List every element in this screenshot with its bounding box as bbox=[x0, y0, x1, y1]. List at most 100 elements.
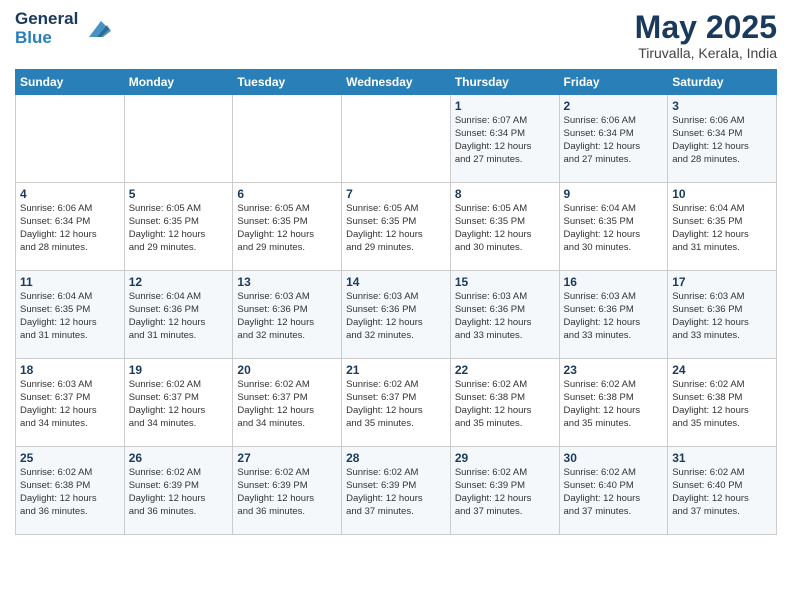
day-number: 5 bbox=[129, 187, 229, 201]
day-info: Sunrise: 6:02 AMSunset: 6:38 PMDaylight:… bbox=[455, 379, 555, 430]
calendar-cell bbox=[342, 95, 451, 183]
calendar-cell: 29 Sunrise: 6:02 AMSunset: 6:39 PMDayligh… bbox=[450, 447, 559, 535]
day-info: Sunrise: 6:06 AMSunset: 6:34 PMDaylight:… bbox=[20, 203, 120, 254]
calendar-cell bbox=[16, 95, 125, 183]
calendar-cell: 25 Sunrise: 6:02 AMSunset: 6:38 PMDayligh… bbox=[16, 447, 125, 535]
logo: General Blue bbox=[15, 10, 113, 47]
day-info: Sunrise: 6:02 AMSunset: 6:39 PMDaylight:… bbox=[129, 467, 229, 518]
page-header: General Blue May 2025 Tiruvalla, Kerala,… bbox=[15, 10, 777, 61]
day-number: 18 bbox=[20, 363, 120, 377]
day-info: Sunrise: 6:02 AMSunset: 6:40 PMDaylight:… bbox=[564, 467, 664, 518]
day-number: 16 bbox=[564, 275, 664, 289]
calendar-cell: 9Sunrise: 6:04 AMSunset: 6:35 PMDaylight… bbox=[559, 183, 668, 271]
day-info: Sunrise: 6:03 AMSunset: 6:36 PMDaylight:… bbox=[672, 291, 772, 342]
calendar-cell: 22 Sunrise: 6:02 AMSunset: 6:38 PMDayligh… bbox=[450, 359, 559, 447]
day-number: 23 bbox=[564, 363, 664, 377]
calendar-cell: 26Sunrise: 6:02 AMSunset: 6:39 PMDayligh… bbox=[124, 447, 233, 535]
calendar-cell: 18 Sunrise: 6:03 AMSunset: 6:37 PMDayligh… bbox=[16, 359, 125, 447]
calendar-cell: 17 Sunrise: 6:03 AMSunset: 6:36 PMDayligh… bbox=[668, 271, 777, 359]
calendar-cell: 1 Sunrise: 6:07 AMSunset: 6:34 PMDaylight… bbox=[450, 95, 559, 183]
calendar-cell: 30Sunrise: 6:02 AMSunset: 6:40 PMDayligh… bbox=[559, 447, 668, 535]
weekday-header-monday: Monday bbox=[124, 70, 233, 95]
calendar-cell: 24Sunrise: 6:02 AMSunset: 6:38 PMDayligh… bbox=[668, 359, 777, 447]
day-info: Sunrise: 6:02 AMSunset: 6:37 PMDaylight:… bbox=[346, 379, 446, 430]
day-info: Sunrise: 6:05 AMSunset: 6:35 PMDaylight:… bbox=[455, 203, 555, 254]
day-number: 11 bbox=[20, 275, 120, 289]
weekday-header-saturday: Saturday bbox=[668, 70, 777, 95]
day-info: Sunrise: 6:02 AMSunset: 6:38 PMDaylight:… bbox=[564, 379, 664, 430]
day-number: 8 bbox=[455, 187, 555, 201]
day-number: 7 bbox=[346, 187, 446, 201]
day-info: Sunrise: 6:02 AMSunset: 6:39 PMDaylight:… bbox=[237, 467, 337, 518]
day-number: 1 bbox=[455, 99, 555, 113]
logo-text-general: General bbox=[15, 10, 78, 29]
day-number: 22 bbox=[455, 363, 555, 377]
day-info: Sunrise: 6:02 AMSunset: 6:37 PMDaylight:… bbox=[129, 379, 229, 430]
day-number: 6 bbox=[237, 187, 337, 201]
weekday-header-sunday: Sunday bbox=[16, 70, 125, 95]
title-block: May 2025 Tiruvalla, Kerala, India bbox=[635, 10, 777, 61]
day-number: 21 bbox=[346, 363, 446, 377]
day-info: Sunrise: 6:04 AMSunset: 6:35 PMDaylight:… bbox=[672, 203, 772, 254]
day-info: Sunrise: 6:02 AMSunset: 6:37 PMDaylight:… bbox=[237, 379, 337, 430]
day-info: Sunrise: 6:02 AMSunset: 6:39 PMDaylight:… bbox=[455, 467, 555, 518]
weekday-header-thursday: Thursday bbox=[450, 70, 559, 95]
calendar-cell: 16 Sunrise: 6:03 AMSunset: 6:36 PMDayligh… bbox=[559, 271, 668, 359]
week-row-4: 18 Sunrise: 6:03 AMSunset: 6:37 PMDayligh… bbox=[16, 359, 777, 447]
day-info: Sunrise: 6:05 AMSunset: 6:35 PMDaylight:… bbox=[237, 203, 337, 254]
day-info: Sunrise: 6:02 AMSunset: 6:40 PMDaylight:… bbox=[672, 467, 772, 518]
day-number: 25 bbox=[20, 451, 120, 465]
calendar-table: SundayMondayTuesdayWednesdayThursdayFrid… bbox=[15, 69, 777, 535]
calendar-cell: 8 Sunrise: 6:05 AMSunset: 6:35 PMDaylight… bbox=[450, 183, 559, 271]
day-info: Sunrise: 6:04 AMSunset: 6:36 PMDaylight:… bbox=[129, 291, 229, 342]
calendar-cell bbox=[233, 95, 342, 183]
calendar-cell: 7 Sunrise: 6:05 AMSunset: 6:35 PMDaylight… bbox=[342, 183, 451, 271]
calendar-cell: 3Sunrise: 6:06 AMSunset: 6:34 PMDaylight… bbox=[668, 95, 777, 183]
day-info: Sunrise: 6:02 AMSunset: 6:38 PMDaylight:… bbox=[20, 467, 120, 518]
day-number: 28 bbox=[346, 451, 446, 465]
day-info: Sunrise: 6:03 AMSunset: 6:36 PMDaylight:… bbox=[455, 291, 555, 342]
week-row-3: 11 Sunrise: 6:04 AMSunset: 6:35 PMDayligh… bbox=[16, 271, 777, 359]
day-number: 15 bbox=[455, 275, 555, 289]
weekday-header-tuesday: Tuesday bbox=[233, 70, 342, 95]
calendar-cell: 20 Sunrise: 6:02 AMSunset: 6:37 PMDayligh… bbox=[233, 359, 342, 447]
day-info: Sunrise: 6:03 AMSunset: 6:37 PMDaylight:… bbox=[20, 379, 120, 430]
day-info: Sunrise: 6:07 AMSunset: 6:34 PMDaylight:… bbox=[455, 115, 555, 166]
day-number: 27 bbox=[237, 451, 337, 465]
calendar-cell: 6 Sunrise: 6:05 AMSunset: 6:35 PMDaylight… bbox=[233, 183, 342, 271]
calendar-cell: 12Sunrise: 6:04 AMSunset: 6:36 PMDayligh… bbox=[124, 271, 233, 359]
calendar-cell: 10Sunrise: 6:04 AMSunset: 6:35 PMDayligh… bbox=[668, 183, 777, 271]
calendar-cell: 11 Sunrise: 6:04 AMSunset: 6:35 PMDayligh… bbox=[16, 271, 125, 359]
calendar-cell: 13Sunrise: 6:03 AMSunset: 6:36 PMDayligh… bbox=[233, 271, 342, 359]
calendar-cell: 15 Sunrise: 6:03 AMSunset: 6:36 PMDayligh… bbox=[450, 271, 559, 359]
day-number: 20 bbox=[237, 363, 337, 377]
calendar-cell: 31Sunrise: 6:02 AMSunset: 6:40 PMDayligh… bbox=[668, 447, 777, 535]
calendar-cell: 28Sunrise: 6:02 AMSunset: 6:39 PMDayligh… bbox=[342, 447, 451, 535]
week-row-5: 25 Sunrise: 6:02 AMSunset: 6:38 PMDayligh… bbox=[16, 447, 777, 535]
month-year-title: May 2025 bbox=[635, 10, 777, 45]
calendar-cell: 14Sunrise: 6:03 AMSunset: 6:36 PMDayligh… bbox=[342, 271, 451, 359]
calendar-cell bbox=[124, 95, 233, 183]
calendar-cell: 4 Sunrise: 6:06 AMSunset: 6:34 PMDaylight… bbox=[16, 183, 125, 271]
day-number: 17 bbox=[672, 275, 772, 289]
location-subtitle: Tiruvalla, Kerala, India bbox=[635, 45, 777, 61]
calendar-cell: 5 Sunrise: 6:05 AMSunset: 6:35 PMDaylight… bbox=[124, 183, 233, 271]
day-info: Sunrise: 6:06 AMSunset: 6:34 PMDaylight:… bbox=[564, 115, 664, 166]
calendar-cell: 21 Sunrise: 6:02 AMSunset: 6:37 PMDayligh… bbox=[342, 359, 451, 447]
day-info: Sunrise: 6:05 AMSunset: 6:35 PMDaylight:… bbox=[129, 203, 229, 254]
weekday-header-wednesday: Wednesday bbox=[342, 70, 451, 95]
day-number: 3 bbox=[672, 99, 772, 113]
day-number: 4 bbox=[20, 187, 120, 201]
day-info: Sunrise: 6:05 AMSunset: 6:35 PMDaylight:… bbox=[346, 203, 446, 254]
weekday-header-row: SundayMondayTuesdayWednesdayThursdayFrid… bbox=[16, 70, 777, 95]
day-number: 19 bbox=[129, 363, 229, 377]
day-info: Sunrise: 6:04 AMSunset: 6:35 PMDaylight:… bbox=[20, 291, 120, 342]
calendar-cell: 23 Sunrise: 6:02 AMSunset: 6:38 PMDayligh… bbox=[559, 359, 668, 447]
day-info: Sunrise: 6:04 AMSunset: 6:35 PMDaylight:… bbox=[564, 203, 664, 254]
calendar-cell: 2Sunrise: 6:06 AMSunset: 6:34 PMDaylight… bbox=[559, 95, 668, 183]
week-row-1: 1 Sunrise: 6:07 AMSunset: 6:34 PMDaylight… bbox=[16, 95, 777, 183]
day-number: 29 bbox=[455, 451, 555, 465]
day-info: Sunrise: 6:03 AMSunset: 6:36 PMDaylight:… bbox=[564, 291, 664, 342]
logo-icon bbox=[81, 13, 113, 45]
day-number: 13 bbox=[237, 275, 337, 289]
